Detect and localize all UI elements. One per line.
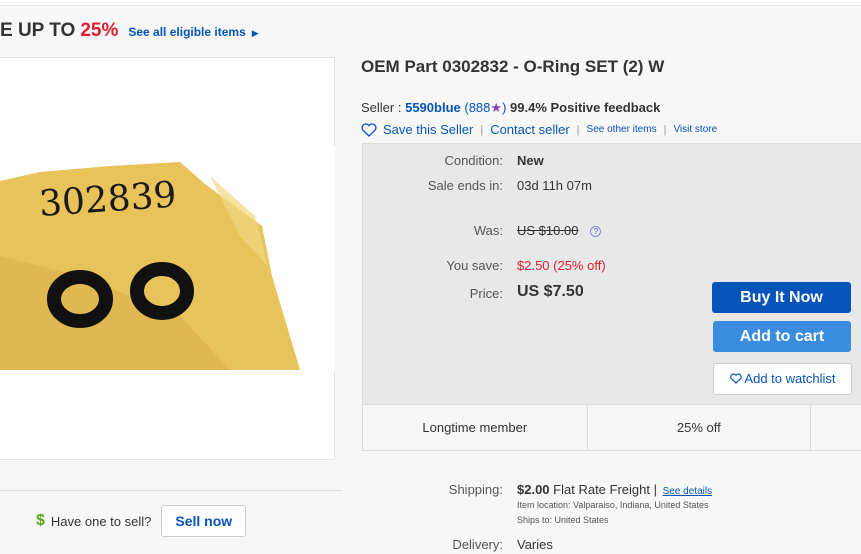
positive-feedback: 99.4% Positive feedback <box>510 100 661 115</box>
feedback-count-close: ) <box>502 100 507 115</box>
arrow-right-icon[interactable]: ▶ <box>252 28 259 39</box>
promo-percent: 25% <box>80 20 119 41</box>
product-title: OEM Part 0302832 - O-Ring SET (2) W <box>361 57 665 76</box>
product-photo: 302839 <box>0 146 335 371</box>
visit-store-link[interactable]: Visit store <box>673 124 717 135</box>
sale-ends-label: Sale ends in: <box>427 178 503 193</box>
you-save-value: $2.50 (25% off) <box>517 258 606 273</box>
badge-empty <box>811 405 861 450</box>
seller-info: Seller : 5590blue (888★) 99.4% Positive … <box>361 100 660 116</box>
separator: | <box>663 123 667 136</box>
info-icon[interactable]: ? <box>590 226 602 237</box>
condition-value: New <box>517 153 544 168</box>
see-eligible-items-link[interactable]: See all eligible items <box>128 25 245 39</box>
shipping-cost: $2.00 <box>517 482 550 497</box>
was-price-row: US $10.00? <box>517 223 602 238</box>
product-image-card[interactable]: 302839 <box>0 57 335 460</box>
shipping-method: Flat Rate Freight | <box>553 482 657 497</box>
badge-longtime-member: Longtime member <box>363 405 588 450</box>
seller-prefix: Seller : <box>361 100 402 115</box>
was-price: US $10.00 <box>517 223 579 238</box>
delivery-value: Varies <box>517 537 553 552</box>
seller-badges: Longtime member 25% off <box>362 405 861 451</box>
sell-section: $ Have one to sell? Sell now <box>36 505 247 537</box>
heart-icon <box>729 373 742 384</box>
top-border <box>0 0 861 6</box>
was-label: Was: <box>473 223 503 238</box>
sell-question: Have one to sell? <box>50 513 152 529</box>
watchlist-label: Add to watchlist <box>744 371 836 386</box>
separator: | <box>480 123 484 136</box>
feedback-count-open[interactable]: (888 <box>464 100 490 115</box>
promo-banner: E UP TO 25% See all eligible items ▶ <box>0 20 259 50</box>
delivery-label: Delivery: <box>452 537 503 552</box>
sale-ends-value: 03d 11h 07m <box>517 178 592 193</box>
see-other-items-link[interactable]: See other items <box>587 124 657 135</box>
price-label: Price: <box>469 286 503 301</box>
add-to-cart-button[interactable]: Add to cart <box>713 321 851 352</box>
item-location: Item location: Valparaiso, Indiana, Unit… <box>517 500 709 510</box>
separator: | <box>576 123 580 136</box>
shipping-label: Shipping: <box>448 482 503 497</box>
badge-discount: 25% off <box>588 405 812 450</box>
see-details-link[interactable]: See details <box>663 486 712 497</box>
ships-to: Ships to: United States <box>517 515 609 525</box>
star-icon: ★ <box>490 100 503 115</box>
promo-text: E UP TO <box>0 20 76 41</box>
heart-icon[interactable] <box>361 122 377 137</box>
you-save-label: You save: <box>446 258 503 273</box>
seller-links: Save this Seller | Contact seller | See … <box>361 122 717 137</box>
contact-seller-link[interactable]: Contact seller <box>490 122 569 137</box>
price-value: US $7.50 <box>517 283 584 300</box>
buy-box-panel: Condition: New Sale ends in: 03d 11h 07m… <box>362 143 861 405</box>
shipping-value: $2.00 Flat Rate Freight | See details <box>517 482 712 497</box>
save-seller-link[interactable]: Save this Seller <box>383 122 473 137</box>
seller-name-link[interactable]: 5590blue <box>405 100 461 115</box>
add-to-watchlist-button[interactable]: Add to watchlist <box>713 363 852 395</box>
dollar-icon: $ <box>36 512 45 529</box>
divider <box>0 490 342 491</box>
sell-now-button[interactable]: Sell now <box>161 505 247 537</box>
buy-it-now-button[interactable]: Buy It Now <box>712 282 851 313</box>
condition-label: Condition: <box>444 153 503 168</box>
